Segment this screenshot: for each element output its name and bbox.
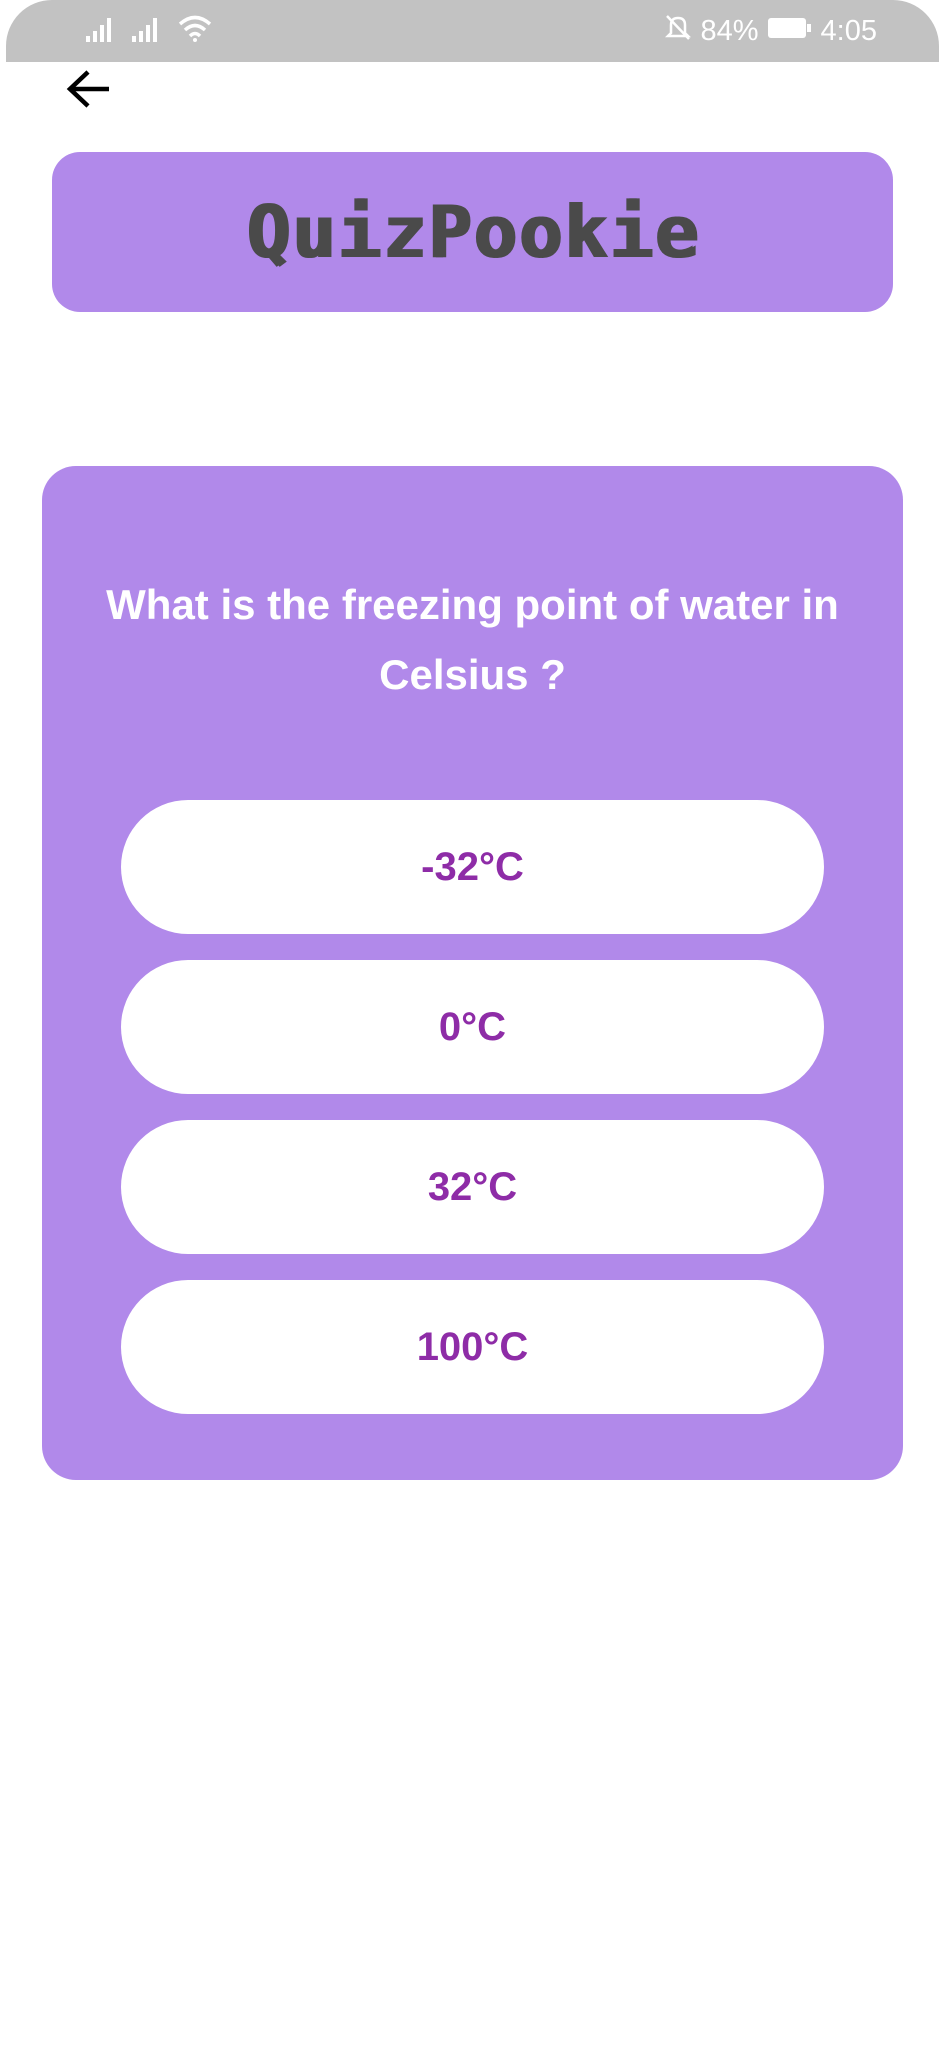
answer-option[interactable]: -32°C: [121, 800, 824, 934]
app-title-banner: QuizPookie: [52, 152, 893, 312]
wifi-icon: [178, 14, 212, 47]
status-left-icons: [86, 14, 212, 47]
answer-label: -32°C: [421, 844, 524, 889]
signal-icon: [132, 16, 162, 47]
answer-label: 32°C: [427, 1164, 518, 1209]
signal-icon: [86, 16, 116, 47]
question-card: What is the freezing point of water in C…: [42, 466, 903, 1480]
arrow-left-icon: [66, 69, 112, 114]
app-title: QuizPookie: [245, 190, 700, 274]
clock: 4:05: [820, 14, 877, 47]
battery-percent: 84%: [700, 14, 759, 47]
back-button[interactable]: [62, 64, 116, 118]
answer-option[interactable]: 32°C: [121, 1120, 824, 1254]
answer-option[interactable]: 0°C: [121, 960, 824, 1094]
answer-label: 0°C: [438, 1004, 507, 1049]
status-bar: 84% 4:05: [6, 0, 939, 62]
bell-off-icon: [663, 12, 693, 50]
battery-icon: [767, 15, 813, 48]
question-text: What is the freezing point of water in C…: [106, 581, 839, 698]
answer-label: 100°C: [416, 1324, 529, 1369]
status-right: 84% 4:05: [663, 12, 877, 50]
quiz-screen: 84% 4:05 QuizPookie What is the freezing…: [0, 0, 945, 2048]
answer-option[interactable]: 100°C: [121, 1280, 824, 1414]
